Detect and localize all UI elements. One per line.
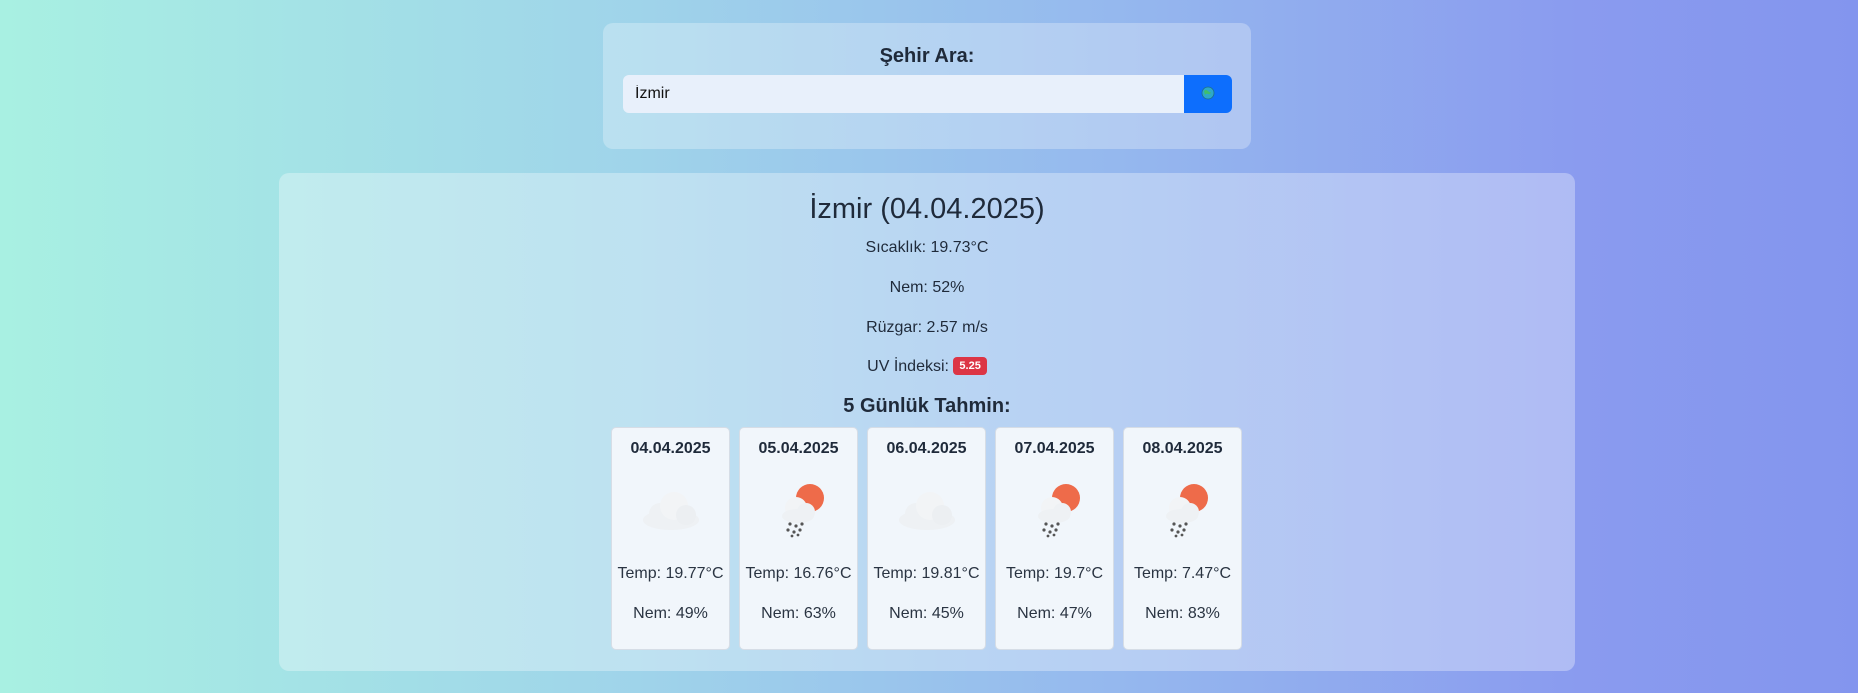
temperature-text: Sıcaklık: 19.73°C <box>865 239 989 256</box>
forecast-date: 08.04.2025 <box>1142 440 1223 457</box>
uv-badge: 5.25 <box>953 357 987 375</box>
uv-label: UV İndeksi: <box>867 358 949 376</box>
sun-snow-cloud-icon <box>1022 478 1088 538</box>
forecast-day-card: 07.04.2025 Temp: 19.7°C Nem: 47% <box>995 427 1114 650</box>
forecast-humidity: Nem: 47% <box>1017 605 1092 622</box>
city-title: İzmir (04.04.2025) <box>809 193 1045 225</box>
forecast-temp: Temp: 19.81°C <box>873 565 980 582</box>
forecast-day-card: 05.04.2025 Temp: 16.76°C Nem: 63% <box>739 427 858 650</box>
forecast-date: 07.04.2025 <box>1014 440 1095 457</box>
forecast-temp: Temp: 19.77°C <box>617 565 724 582</box>
forecast-title: 5 Günlük Tahmin: <box>843 395 1011 417</box>
wind-text: Rüzgar: 2.57 m/s <box>866 319 988 336</box>
cloud-icon <box>894 478 960 538</box>
forecast-date: 04.04.2025 <box>630 440 711 457</box>
forecast-date: 05.04.2025 <box>758 440 839 457</box>
search-globe-icon <box>1201 86 1215 103</box>
forecast-temp: Temp: 19.7°C <box>1005 565 1104 582</box>
forecast-humidity: Nem: 45% <box>889 605 964 622</box>
sun-snow-cloud-icon <box>1150 478 1216 538</box>
search-panel: Şehir Ara: <box>603 23 1251 149</box>
current-weather-panel: İzmir (04.04.2025) Sıcaklık: 19.73°C Nem… <box>279 173 1575 671</box>
forecast-humidity: Nem: 63% <box>761 605 836 622</box>
cloud-icon <box>638 478 704 538</box>
search-row <box>623 75 1232 113</box>
forecast-day-card: 08.04.2025 Temp: 7.47°C Nem: 83% <box>1123 427 1242 650</box>
forecast-day-card: 04.04.2025 Temp: 19.77°C Nem: 49% <box>611 427 730 650</box>
sun-snow-cloud-icon <box>766 478 832 538</box>
search-button[interactable] <box>1184 75 1232 113</box>
forecast-temp: Temp: 16.76°C <box>745 565 852 582</box>
forecast-humidity: Nem: 83% <box>1145 605 1220 622</box>
search-title: Şehir Ara: <box>879 45 975 67</box>
forecast-date: 06.04.2025 <box>886 440 967 457</box>
humidity-text: Nem: 52% <box>889 279 965 296</box>
forecast-humidity: Nem: 49% <box>633 605 708 622</box>
uv-line: UV İndeksi: 5.25 <box>279 357 1575 376</box>
forecast-temp: Temp: 7.47°C <box>1133 565 1232 582</box>
city-search-input[interactable] <box>623 75 1184 113</box>
forecast-day-card: 06.04.2025 Temp: 19.81°C Nem: 45% <box>867 427 986 650</box>
forecast-list: 04.04.2025 Temp: 19.77°C Nem: 49% 05.04.… <box>611 427 1242 650</box>
